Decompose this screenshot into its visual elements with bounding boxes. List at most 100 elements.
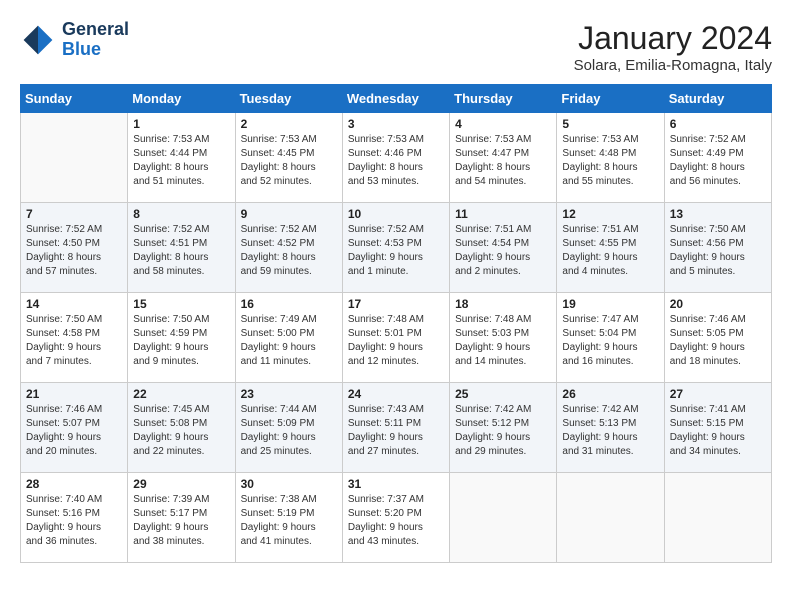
day-number: 10: [348, 207, 444, 221]
calendar-table: SundayMondayTuesdayWednesdayThursdayFrid…: [20, 84, 772, 563]
day-header-thursday: Thursday: [450, 85, 557, 113]
calendar-cell: 12 Sunrise: 7:51 AM Sunset: 4:55 PM Dayli…: [557, 203, 664, 293]
day-number: 25: [455, 387, 551, 401]
day-info: Sunrise: 7:53 AM Sunset: 4:47 PM Dayligh…: [455, 133, 551, 189]
day-number: 11: [455, 207, 551, 221]
month-title: January 2024: [574, 20, 772, 57]
day-info: Sunrise: 7:50 AM Sunset: 4:58 PM Dayligh…: [26, 313, 122, 369]
day-info: Sunrise: 7:50 AM Sunset: 4:59 PM Dayligh…: [133, 313, 229, 369]
day-number: 24: [348, 387, 444, 401]
day-number: 21: [26, 387, 122, 401]
calendar-cell: 2Sunrise: 7:53 AM Sunset: 4:45 PM Daylig…: [235, 113, 342, 203]
day-info: Sunrise: 7:41 AM Sunset: 5:15 PM Dayligh…: [670, 403, 766, 459]
week-row: 21 Sunrise: 7:46 AM Sunset: 5:07 PM Dayli…: [21, 383, 772, 473]
calendar-cell: 25 Sunrise: 7:42 AM Sunset: 5:12 PM Dayli…: [450, 383, 557, 473]
header: General Blue January 2024 Solara, Emilia…: [20, 20, 772, 74]
calendar-cell: 4Sunrise: 7:53 AM Sunset: 4:47 PM Daylig…: [450, 113, 557, 203]
calendar-cell: 23Sunrise: 7:44 AM Sunset: 5:09 PM Dayli…: [235, 383, 342, 473]
day-number: 27: [670, 387, 766, 401]
calendar-cell: 30 Sunrise: 7:38 AM Sunset: 5:19 PM Dayli…: [235, 473, 342, 563]
day-number: 8: [133, 207, 229, 221]
day-info: Sunrise: 7:51 AM Sunset: 4:54 PM Dayligh…: [455, 223, 551, 279]
calendar-cell: 27 Sunrise: 7:41 AM Sunset: 5:15 PM Dayli…: [664, 383, 771, 473]
day-info: Sunrise: 7:43 AM Sunset: 5:11 PM Dayligh…: [348, 403, 444, 459]
calendar-cell: [21, 113, 128, 203]
week-row: 1 Sunrise: 7:53 AM Sunset: 4:44 PM Daylig…: [21, 113, 772, 203]
day-number: 9: [241, 207, 337, 221]
day-info: Sunrise: 7:46 AM Sunset: 5:05 PM Dayligh…: [670, 313, 766, 369]
logo-icon: [20, 22, 56, 58]
week-row: 14 Sunrise: 7:50 AM Sunset: 4:58 PM Dayli…: [21, 293, 772, 383]
title-area: January 2024 Solara, Emilia-Romagna, Ita…: [574, 20, 772, 74]
calendar-cell: 7Sunrise: 7:52 AM Sunset: 4:50 PM Daylig…: [21, 203, 128, 293]
day-number: 22: [133, 387, 229, 401]
day-info: Sunrise: 7:48 AM Sunset: 5:03 PM Dayligh…: [455, 313, 551, 369]
location-title: Solara, Emilia-Romagna, Italy: [574, 57, 772, 74]
day-info: Sunrise: 7:38 AM Sunset: 5:19 PM Dayligh…: [241, 493, 337, 549]
day-info: Sunrise: 7:51 AM Sunset: 4:55 PM Dayligh…: [562, 223, 658, 279]
day-number: 3: [348, 117, 444, 131]
day-info: Sunrise: 7:40 AM Sunset: 5:16 PM Dayligh…: [26, 493, 122, 549]
day-info: Sunrise: 7:45 AM Sunset: 5:08 PM Dayligh…: [133, 403, 229, 459]
calendar-cell: 3 Sunrise: 7:53 AM Sunset: 4:46 PM Daylig…: [342, 113, 449, 203]
calendar-cell: [450, 473, 557, 563]
day-info: Sunrise: 7:46 AM Sunset: 5:07 PM Dayligh…: [26, 403, 122, 459]
day-number: 13: [670, 207, 766, 221]
day-number: 16: [241, 297, 337, 311]
calendar-cell: 13 Sunrise: 7:50 AM Sunset: 4:56 PM Dayli…: [664, 203, 771, 293]
day-info: Sunrise: 7:44 AM Sunset: 5:09 PM Dayligh…: [241, 403, 337, 459]
day-number: 12: [562, 207, 658, 221]
day-info: Sunrise: 7:39 AM Sunset: 5:17 PM Dayligh…: [133, 493, 229, 549]
day-info: Sunrise: 7:52 AM Sunset: 4:49 PM Dayligh…: [670, 133, 766, 189]
logo: General Blue: [20, 20, 129, 60]
day-number: 6: [670, 117, 766, 131]
day-number: 31: [348, 477, 444, 491]
week-row: 28Sunrise: 7:40 AM Sunset: 5:16 PM Dayli…: [21, 473, 772, 563]
day-header-saturday: Saturday: [664, 85, 771, 113]
day-number: 15: [133, 297, 229, 311]
day-info: Sunrise: 7:53 AM Sunset: 4:48 PM Dayligh…: [562, 133, 658, 189]
day-info: Sunrise: 7:53 AM Sunset: 4:46 PM Dayligh…: [348, 133, 444, 189]
calendar-cell: 28Sunrise: 7:40 AM Sunset: 5:16 PM Dayli…: [21, 473, 128, 563]
day-number: 26: [562, 387, 658, 401]
calendar-cell: 17 Sunrise: 7:48 AM Sunset: 5:01 PM Dayli…: [342, 293, 449, 383]
day-number: 29: [133, 477, 229, 491]
day-number: 14: [26, 297, 122, 311]
day-number: 1: [133, 117, 229, 131]
calendar-cell: 16 Sunrise: 7:49 AM Sunset: 5:00 PM Dayli…: [235, 293, 342, 383]
logo-text: General Blue: [62, 20, 129, 60]
day-number: 20: [670, 297, 766, 311]
calendar-cell: 29 Sunrise: 7:39 AM Sunset: 5:17 PM Dayli…: [128, 473, 235, 563]
calendar-cell: 10 Sunrise: 7:52 AM Sunset: 4:53 PM Dayli…: [342, 203, 449, 293]
calendar-cell: 8 Sunrise: 7:52 AM Sunset: 4:51 PM Daylig…: [128, 203, 235, 293]
day-number: 19: [562, 297, 658, 311]
day-info: Sunrise: 7:49 AM Sunset: 5:00 PM Dayligh…: [241, 313, 337, 369]
day-info: Sunrise: 7:52 AM Sunset: 4:53 PM Dayligh…: [348, 223, 444, 279]
calendar-cell: [557, 473, 664, 563]
calendar-cell: 22 Sunrise: 7:45 AM Sunset: 5:08 PM Dayli…: [128, 383, 235, 473]
calendar-cell: 26Sunrise: 7:42 AM Sunset: 5:13 PM Dayli…: [557, 383, 664, 473]
day-info: Sunrise: 7:53 AM Sunset: 4:44 PM Dayligh…: [133, 133, 229, 189]
calendar-cell: 14 Sunrise: 7:50 AM Sunset: 4:58 PM Dayli…: [21, 293, 128, 383]
day-info: Sunrise: 7:42 AM Sunset: 5:12 PM Dayligh…: [455, 403, 551, 459]
day-number: 18: [455, 297, 551, 311]
day-info: Sunrise: 7:48 AM Sunset: 5:01 PM Dayligh…: [348, 313, 444, 369]
day-header-sunday: Sunday: [21, 85, 128, 113]
day-info: Sunrise: 7:53 AM Sunset: 4:45 PM Dayligh…: [241, 133, 337, 189]
day-info: Sunrise: 7:52 AM Sunset: 4:51 PM Dayligh…: [133, 223, 229, 279]
day-header-friday: Friday: [557, 85, 664, 113]
day-number: 17: [348, 297, 444, 311]
week-row: 7Sunrise: 7:52 AM Sunset: 4:50 PM Daylig…: [21, 203, 772, 293]
calendar-cell: 5Sunrise: 7:53 AM Sunset: 4:48 PM Daylig…: [557, 113, 664, 203]
day-info: Sunrise: 7:50 AM Sunset: 4:56 PM Dayligh…: [670, 223, 766, 279]
day-header-tuesday: Tuesday: [235, 85, 342, 113]
calendar-cell: [664, 473, 771, 563]
day-number: 30: [241, 477, 337, 491]
calendar-cell: 18 Sunrise: 7:48 AM Sunset: 5:03 PM Dayli…: [450, 293, 557, 383]
day-info: Sunrise: 7:52 AM Sunset: 4:52 PM Dayligh…: [241, 223, 337, 279]
calendar-cell: 24 Sunrise: 7:43 AM Sunset: 5:11 PM Dayli…: [342, 383, 449, 473]
day-number: 7: [26, 207, 122, 221]
calendar-cell: 15 Sunrise: 7:50 AM Sunset: 4:59 PM Dayli…: [128, 293, 235, 383]
day-info: Sunrise: 7:37 AM Sunset: 5:20 PM Dayligh…: [348, 493, 444, 549]
calendar-cell: 20 Sunrise: 7:46 AM Sunset: 5:05 PM Dayli…: [664, 293, 771, 383]
